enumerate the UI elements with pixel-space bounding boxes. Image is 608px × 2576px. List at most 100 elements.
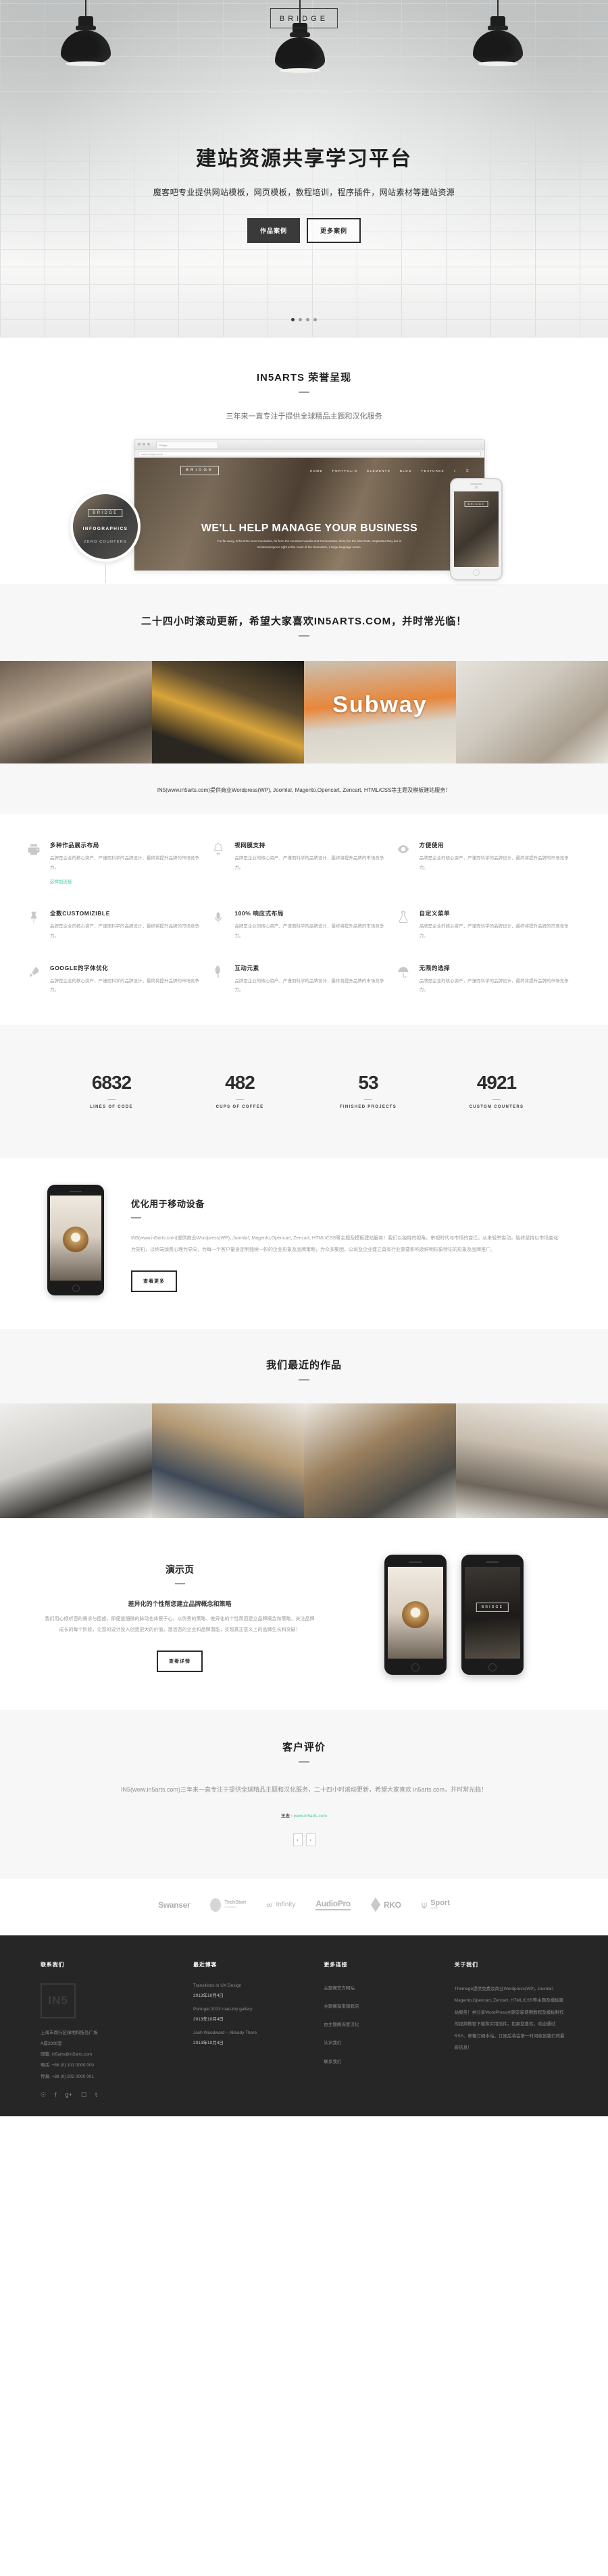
google-plus-icon[interactable]: g+ xyxy=(66,2091,72,2099)
counter-label: CUPS OF COFFEE xyxy=(216,1104,264,1109)
hero-slider-dots[interactable] xyxy=(0,318,608,321)
counter-label: LINES OF CODE xyxy=(90,1104,133,1109)
client-logo-swanser[interactable]: Swanser xyxy=(158,1900,191,1910)
photo-strip: Subway xyxy=(0,661,608,763)
screenshot-paragraph: Far far away, behind the word mountains,… xyxy=(217,539,402,549)
client-logo-rko[interactable]: RKO xyxy=(370,1897,401,1912)
footer-link[interactable]: 由主题阁深度汉化 xyxy=(324,2022,359,2027)
instagram-icon[interactable]: ☐ xyxy=(81,2091,86,2099)
footer-link[interactable]: 认识我们 xyxy=(324,2041,341,2045)
feature-body: 全数CUSTOMIZIBLE 品牌是企业的核心资产，严谨而科学的品牌设计，最终将… xyxy=(50,909,202,940)
testimonial-body: IN5(www.in5arts.com)三年来一直专注于提供全球精品主题和汉化服… xyxy=(120,1786,488,1793)
footer-blog-heading: 最近博客 xyxy=(193,1961,218,1968)
weibo-icon[interactable]: ☉ xyxy=(41,2091,46,2099)
donut-photo xyxy=(63,1227,88,1253)
testimonial-next-button[interactable]: › xyxy=(305,1833,315,1846)
footer-fax: 传真: +88 (0) 202 0000 001 xyxy=(41,2074,94,2079)
feature-link[interactable]: 这样加连接 xyxy=(50,878,72,884)
footer-link-item[interactable]: 联系我们 xyxy=(324,2057,436,2068)
bell-icon xyxy=(211,841,226,886)
demo-section: 演示页 差异化的个性帮您建立品牌概念和策略 我们用心倾听您的需求与困惑，即便是细… xyxy=(0,1518,608,1710)
footer-link-item[interactable]: 认识我们 xyxy=(324,2038,436,2049)
printer-icon xyxy=(27,841,42,886)
sport-wings-icon: ⍦ xyxy=(421,1899,428,1910)
demo-details-button[interactable]: 查看详情 xyxy=(157,1651,203,1673)
client-logo-techstart-sub: Company xyxy=(224,1905,236,1909)
footer-blog-item[interactable]: Portugal 2013 road-trip gallery 2013年10月… xyxy=(193,2007,306,2022)
client-logo-infinity-text: Infinity xyxy=(276,1901,296,1909)
footer-links-heading: 更多连接 xyxy=(324,1961,348,1968)
screenshot-feature-row: ABOUT US Download beautiful free and pre… xyxy=(134,570,484,571)
hero-secondary-button[interactable]: 更多案例 xyxy=(307,218,361,243)
infinity-icon: ∞ xyxy=(266,1900,273,1910)
banner-title: 二十四小时滚动更新，希望大家喜欢IN5ARTS.COM，并时常光临！ xyxy=(141,616,467,627)
feature-body: 视网膜支持 品牌是企业的核心资产，严谨而科学的品牌设计，最终将提升品牌的市场竞争… xyxy=(234,841,386,886)
feature-text: 品牌是企业的核心资产，严谨而科学的品牌设计，最终将提升品牌的市场竞争力。 xyxy=(50,978,199,993)
tumblr-icon[interactable]: t xyxy=(95,2091,97,2099)
footer-blog-item[interactable]: Transitions in UX Design 2013年10月4日 xyxy=(193,1983,306,1998)
feature-title: 全数CUSTOMIZIBLE xyxy=(50,910,110,917)
phone-home-button-icon xyxy=(473,569,480,576)
portfolio-item-2[interactable] xyxy=(152,1403,304,1518)
footer-link-item[interactable]: 主题阁官方网站 xyxy=(324,1983,436,1994)
browser-dot-max-icon xyxy=(147,443,150,446)
feature-title: 无限的选择 xyxy=(419,964,451,971)
features-section: 多种作品展示布局 品牌是企业的核心资产，严谨而科学的品牌设计，最终将提升品牌的市… xyxy=(0,814,608,1025)
client-logo-techstart[interactable]: TechStart Company xyxy=(210,1898,246,1912)
mobile-phone-speaker-icon xyxy=(70,1190,82,1192)
photo-strip-item-2[interactable] xyxy=(152,661,304,763)
footer-link[interactable]: 联系我们 xyxy=(324,2060,341,2064)
phone-mockup-right: BRIDGE xyxy=(450,478,503,581)
testimonial-nav[interactable]: ‹ › xyxy=(0,1833,608,1846)
counter-value: 482 xyxy=(225,1071,255,1093)
footer-phone: 电话: +86 (0) 101 0000 000 xyxy=(41,2063,94,2068)
testimonial-author: 王志 · www.in5arts.com xyxy=(0,1812,608,1819)
counter-value: 6832 xyxy=(91,1071,132,1093)
footer-blog-column: 最近博客 Transitions in UX Design 2013年10月4日… xyxy=(193,1961,306,2099)
client-logo-sport[interactable]: ⍦ Sport SHOP xyxy=(422,1899,450,1910)
feature-title: 视网膜支持 xyxy=(234,842,265,849)
slider-dot-2[interactable] xyxy=(299,318,302,321)
photo-strip-item-1[interactable] xyxy=(0,661,152,763)
footer-link-item[interactable]: 主题阁淘宝旗舰店 xyxy=(324,2002,436,2012)
portfolio-divider xyxy=(299,1378,309,1380)
client-logo-sport-sub: SHOP xyxy=(430,1906,438,1910)
footer-blog-title: Josh Woodward – Already There xyxy=(193,2030,257,2035)
footer-blog-item[interactable]: Josh Woodward – Already There 2013年10月4日 xyxy=(193,2031,306,2045)
portfolio-title: 我们最近的作品 xyxy=(265,1359,342,1371)
portfolio-grid xyxy=(0,1403,608,1518)
slider-dot-1[interactable] xyxy=(291,318,295,321)
testimonial-prev-button[interactable]: ‹ xyxy=(293,1833,303,1846)
testimonial-author-site[interactable]: www.in5arts.com xyxy=(294,1814,327,1819)
photo-strip-item-3[interactable]: Subway xyxy=(304,661,456,763)
mobile-phone-screen xyxy=(50,1195,101,1281)
portfolio-item-4[interactable] xyxy=(456,1403,608,1518)
feature-body: 方便使用 品牌是企业的核心资产，严谨而科学的品牌设计，最终将提升品牌的市场竞争力… xyxy=(420,841,572,886)
feature-text: 品牌是企业的核心资产，严谨而科学的品牌设计，最终将提升品牌的市场竞争力。 xyxy=(50,924,199,938)
facebook-icon[interactable]: f xyxy=(55,2091,57,2099)
hero-primary-button[interactable]: 作品案例 xyxy=(247,218,300,243)
demo-phone-b-screen: BRIDGE xyxy=(465,1566,520,1659)
counter-item: 482 CUPS OF COFFEE xyxy=(176,1072,304,1109)
demo-title: 演示页 xyxy=(166,1563,194,1575)
client-logo-infinity[interactable]: ∞ Infinity xyxy=(266,1900,295,1910)
footer-link[interactable]: 主题阁官方网站 xyxy=(324,1986,355,1991)
footer-link-item[interactable]: 由主题阁深度汉化 xyxy=(324,2020,436,2031)
feature-text: 品牌是企业的核心资产，严谨而科学的品牌设计，最终将提升品牌的市场竞争力。 xyxy=(234,856,384,870)
hero-title: 建站资源共享学习平台 xyxy=(196,148,412,170)
footer-blog-date: 2013年10月4日 xyxy=(193,1993,224,1998)
photo-strip-item-4[interactable] xyxy=(456,661,608,763)
demo-phone-a-home-button-icon xyxy=(411,1663,420,1671)
phone-screen: BRIDGE xyxy=(454,491,499,567)
portfolio-item-1[interactable] xyxy=(0,1403,152,1518)
phone-camera-icon xyxy=(475,486,478,489)
portfolio-item-3[interactable] xyxy=(304,1403,456,1518)
slider-dot-4[interactable] xyxy=(313,318,317,321)
screenshot-nav-blog: BLOG xyxy=(400,469,412,473)
footer-link[interactable]: 主题阁淘宝旗舰店 xyxy=(324,2004,359,2009)
client-logo-audiopro[interactable]: AudioPro xyxy=(315,1899,351,1911)
footer-logo: IN5 xyxy=(41,1983,76,2018)
footer-about-column: 关于我们 Themege提供免费及商业Wordpress(WP), Joomla… xyxy=(455,1961,567,2099)
slider-dot-3[interactable] xyxy=(306,318,309,321)
mobile-more-button[interactable]: 查看更多 xyxy=(131,1270,177,1293)
